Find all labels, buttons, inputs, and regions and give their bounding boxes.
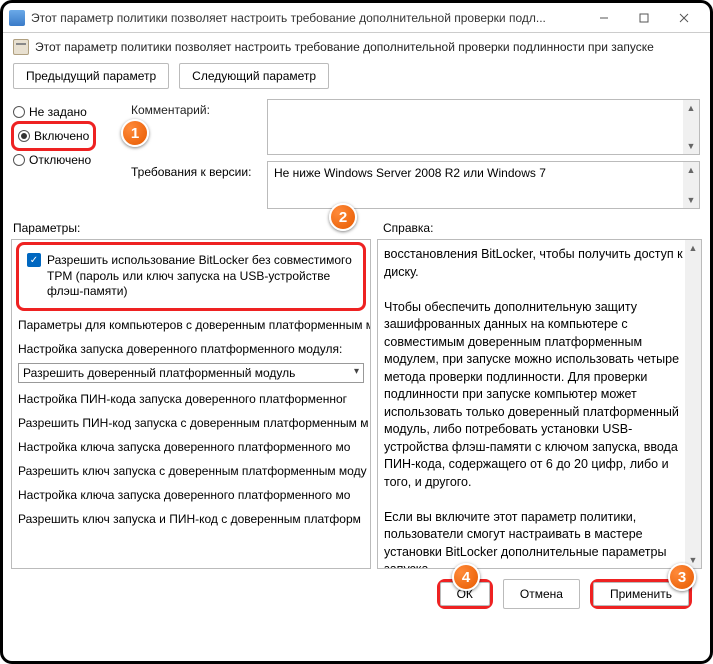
scrollbar[interactable]: ▲▼ [685,240,701,568]
version-label: Требования к версии: [131,161,261,209]
option-line: Настройка ПИН-кода запуска доверенного п… [12,387,370,411]
radio-label: Отключено [29,153,91,167]
option-line: Параметры для компьютеров с доверенным п… [12,313,370,337]
option-line: Настройка запуска доверенного платформен… [12,337,370,361]
comment-textarea[interactable]: ▲▼ [267,99,700,155]
scrollbar[interactable]: ▲▼ [683,100,699,154]
prev-setting-button[interactable]: Предыдущий параметр [13,63,169,89]
app-icon [9,10,25,26]
titlebar: Этот параметр политики позволяет настрои… [3,3,710,33]
checkbox-label: Разрешить использование BitLocker без со… [47,253,355,300]
next-setting-button[interactable]: Следующий параметр [179,63,329,89]
checkbox-icon: ✓ [27,253,41,267]
options-pane: ✓ Разрешить использование BitLocker без … [11,239,371,569]
radio-disabled[interactable]: Отключено [13,149,123,171]
radio-label: Не задано [29,105,87,119]
option-line: Разрешить ключ запуска с доверенным плат… [12,459,370,483]
help-text: восстановления BitLocker, чтобы получить… [384,246,683,281]
parameters-label: Параметры: [13,221,80,235]
radio-not-configured[interactable]: Не задано [13,101,123,123]
option-line: Разрешить ключ запуска и ПИН-код с довер… [12,507,370,531]
nav-row: Предыдущий параметр Следующий параметр [3,63,710,99]
policy-description: Этот параметр политики позволяет настрои… [35,40,654,54]
dialog-footer: ОК Отмена Применить 4 3 [3,569,710,619]
radio-enabled[interactable]: Включено [18,125,89,147]
radio-label: Включено [34,129,89,143]
annotation-badge-2: 2 [329,203,357,231]
help-pane: восстановления BitLocker, чтобы получить… [377,239,702,569]
option-line: Настройка ключа запуска доверенного плат… [12,483,370,507]
state-radio-group: Не задано Включено Отключено [13,99,123,209]
window-title: Этот параметр политики позволяет настрои… [31,11,584,25]
maximize-button[interactable] [624,4,664,32]
comment-label: Комментарий: [131,99,261,117]
help-text: Чтобы обеспечить дополнительную защиту з… [384,299,683,492]
minimize-button[interactable] [584,4,624,32]
option-line: Настройка ключа запуска доверенного плат… [12,435,370,459]
annotation-badge-3: 3 [668,563,696,591]
close-button[interactable] [664,4,704,32]
allow-without-tpm-checkbox[interactable]: ✓ Разрешить использование BitLocker без … [21,247,361,306]
help-label: Справка: [383,221,433,235]
annotation-badge-1: 1 [121,119,149,147]
cancel-button[interactable]: Отмена [503,579,580,609]
version-value: Не ниже Windows Server 2008 R2 или Windo… [267,161,700,209]
policy-description-row: Этот параметр политики позволяет настрои… [3,33,710,63]
option-line: Разрешить ПИН-код запуска с доверенным п… [12,411,370,435]
policy-icon [13,39,29,55]
scrollbar[interactable]: ▲▼ [683,162,699,208]
help-text: Если вы включите этот параметр политики,… [384,509,683,570]
tpm-startup-select[interactable]: Разрешить доверенный платформенный модул… [18,363,364,383]
annotation-badge-4: 4 [452,563,480,591]
